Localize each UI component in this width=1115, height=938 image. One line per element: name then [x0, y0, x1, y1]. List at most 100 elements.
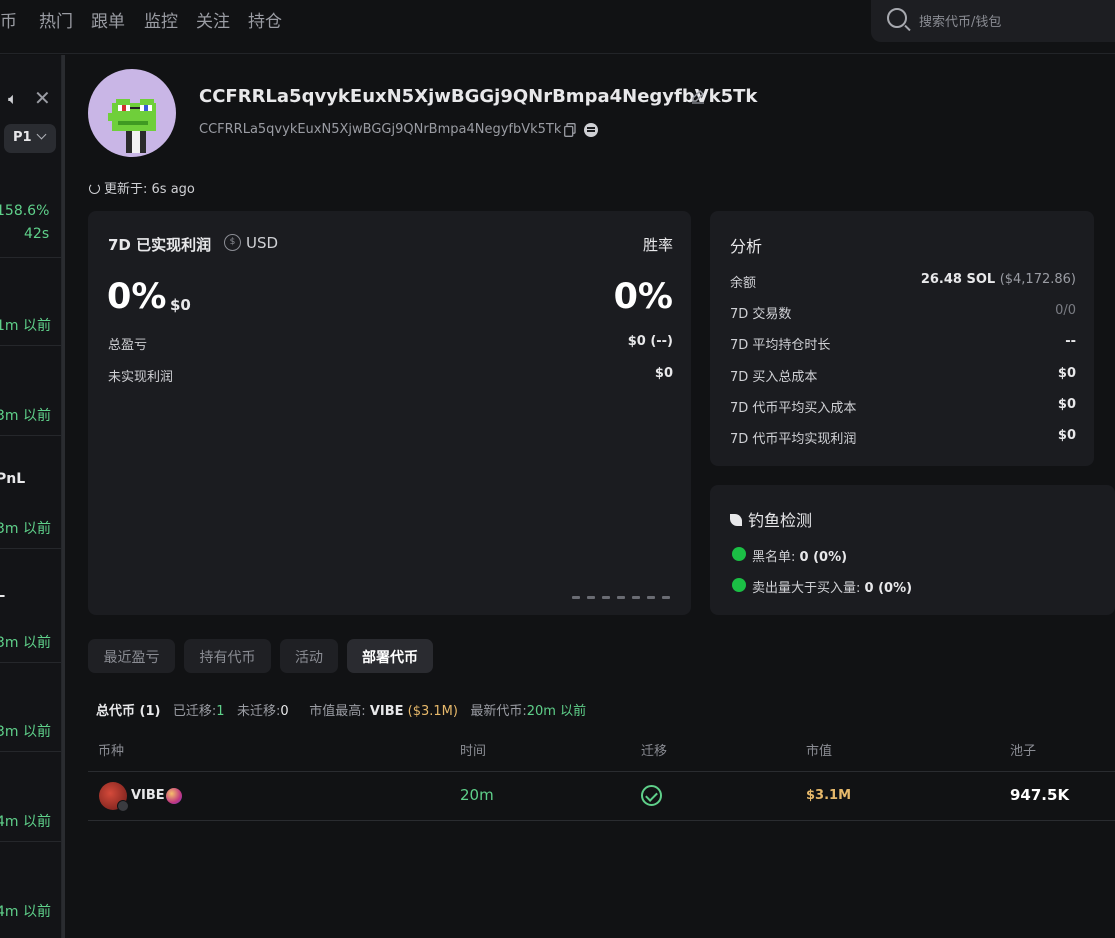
summary-migrated-label: 已迁移:: [172, 704, 217, 719]
sidebar-divider: [0, 841, 62, 842]
sidebar-divider: [0, 751, 62, 752]
updated-text: 更新于: 6s ago: [104, 182, 195, 197]
token-mcap: $3.1M: [806, 788, 852, 803]
currency-label[interactable]: USD: [246, 234, 278, 252]
search-icon: [887, 8, 907, 28]
wallet-name: CCFRRLa5qvykEuxN5XjwBGGj9QNrBmpa4NegyfbV…: [199, 86, 758, 107]
col-header-migrated[interactable]: 迁移: [641, 740, 667, 759]
tab-holdings[interactable]: 持有代币: [184, 639, 271, 673]
refresh-icon: [89, 183, 100, 194]
summary-top-mcap-token: VIBE: [369, 704, 404, 719]
sidebar-divider: [0, 257, 62, 258]
close-icon[interactable]: ✕: [34, 86, 51, 110]
sidebar: 🔈︎ ✕ P1 158.6% 42s 1m 以前 3m 以前 PnL 3m 以前…: [0, 55, 62, 938]
pump-platform-icon: [166, 788, 182, 804]
avatar: [88, 69, 176, 157]
realized-pnl-usd: $0: [170, 296, 191, 314]
search-placeholder: 搜索代币/钱包: [919, 15, 1002, 30]
total-pnl-value: $0 (--): [627, 334, 673, 349]
nav-item-monitor[interactable]: 监控: [144, 7, 178, 32]
nav-item-holdings[interactable]: 持仓: [248, 7, 282, 32]
avg-realized-label: 7D 代币平均实现利润: [730, 432, 857, 447]
sell-gt-buy-value: 0 (0%): [864, 581, 913, 596]
col-header-pool[interactable]: 池子: [1010, 740, 1036, 759]
summary-unmigrated-label: 未迁移:: [236, 704, 281, 719]
col-header-time[interactable]: 时间: [460, 740, 486, 759]
sidebar-entry[interactable]: 4m 以前: [0, 811, 51, 831]
realized-pnl-percent: 0%: [107, 277, 167, 317]
nav-item-hot[interactable]: 热门: [39, 7, 73, 32]
sidebar-entry: 158.6%: [0, 203, 50, 219]
sidebar-entry[interactable]: 4m 以前: [0, 901, 51, 921]
summary-total: 总代币 (1): [96, 704, 161, 719]
token-logo-icon: [99, 782, 129, 812]
summary-top-mcap-label: 市值最高:: [309, 704, 366, 719]
token-name[interactable]: VIBE: [131, 788, 165, 803]
tab-activity[interactable]: 活动: [280, 639, 338, 673]
table-header-divider: [88, 771, 1115, 772]
total-buy-cost-label: 7D 买入总成本: [730, 370, 818, 385]
summary-top-mcap-value: ($3.1M): [407, 704, 458, 719]
frog-avatar-icon: [108, 99, 156, 153]
sidebar-entry[interactable]: 1m 以前: [0, 315, 51, 335]
summary-unmigrated-value: 0: [280, 704, 289, 719]
sound-icon[interactable]: 🔈︎: [8, 89, 18, 109]
avg-realized-value: $0: [1057, 428, 1076, 443]
sidebar-entry: 42s: [24, 226, 50, 242]
trade-count-value: 0/0: [1055, 303, 1076, 318]
sidebar-entry: PnL: [0, 471, 26, 487]
deployed-summary: 总代币 (1) 已迁移:1 未迁移:0 市值最高: VIBE ($3.1M) 最…: [96, 700, 586, 719]
chevron-down-icon: [36, 129, 47, 140]
edit-pencil-icon[interactable]: [690, 88, 706, 104]
col-header-mcap[interactable]: 市值: [806, 740, 832, 759]
sidebar-resize-handle[interactable]: [62, 55, 65, 938]
sidebar-divider: [0, 548, 62, 549]
solscan-icon[interactable]: [584, 123, 598, 137]
nav-item-follow[interactable]: 关注: [196, 7, 230, 32]
phishing-title-text: 钓鱼检测: [748, 511, 813, 530]
currency-switch-icon[interactable]: $: [224, 234, 241, 251]
avg-hold-value: --: [1065, 334, 1076, 349]
token-time: 20m: [460, 786, 494, 804]
tab-recent-pnl[interactable]: 最近盈亏: [88, 639, 175, 673]
sidebar-divider: [0, 435, 62, 436]
col-header-token[interactable]: 币种: [98, 740, 124, 759]
page-selector-label: P1: [13, 130, 32, 145]
sidebar-entry[interactable]: 3m 以前: [0, 721, 51, 741]
phishing-title: 钓鱼检测: [730, 507, 812, 531]
pnl-title: 7D 已实现利润: [108, 236, 212, 254]
updated-time[interactable]: 更新于: 6s ago: [89, 178, 195, 197]
check-circle-icon: [641, 785, 662, 806]
avg-buy-cost-label: 7D 代币平均买入成本: [730, 401, 857, 416]
pnl-chart-placeholder: [572, 596, 672, 600]
status-dot-icon: [732, 547, 746, 561]
pnl-card: 7D 已实现利润 $ USD 胜率 0% $0 0% 总盈亏 $0 (--) 未…: [88, 211, 691, 615]
summary-latest-value: 20m 以前: [526, 704, 587, 719]
fishing-icon: [730, 514, 742, 526]
balance-sol: 26.48 SOL: [920, 272, 996, 287]
wallet-address: CCFRRLa5qvykEuxN5XjwBGGj9QNrBmpa4NegyfbV…: [199, 122, 562, 137]
trade-count-label: 7D 交易数: [730, 307, 792, 322]
sidebar-divider: [0, 662, 62, 663]
copy-icon[interactable]: [564, 123, 576, 137]
search-input[interactable]: 搜索代币/钱包: [871, 0, 1115, 42]
winrate-label: 胜率: [642, 236, 673, 254]
sidebar-entry[interactable]: 3m 以前: [0, 632, 51, 652]
page-selector[interactable]: P1: [4, 124, 56, 153]
avg-hold-label: 7D 平均持仓时长: [730, 338, 831, 353]
sidebar-entry[interactable]: 3m 以前: [0, 518, 51, 538]
balance-label: 余额: [730, 276, 757, 291]
analysis-title: 分析: [730, 237, 763, 256]
total-buy-cost-value: $0: [1057, 366, 1076, 381]
top-nav: 币 热门 跟单 监控 关注 持仓 搜索代币/钱包: [0, 0, 1115, 54]
nav-item-new[interactable]: 币: [0, 7, 17, 32]
sidebar-entry[interactable]: 3m 以前: [0, 405, 51, 425]
nav-item-copy-trade[interactable]: 跟单: [91, 7, 125, 32]
winrate-value: 0%: [613, 277, 673, 317]
sell-gt-buy-label: 卖出量大于买入量:: [752, 581, 861, 596]
tab-deployed-tokens[interactable]: 部署代币: [347, 639, 433, 673]
phishing-card: 钓鱼检测 黑名单: 0 (0%) 卖出量大于买入量: 0 (0%): [710, 485, 1115, 615]
balance-usd: ($4,172.86): [999, 272, 1076, 287]
summary-migrated-value: 1: [216, 704, 225, 719]
sell-gt-buy-row: 卖出量大于买入量: 0 (0%): [752, 577, 912, 596]
